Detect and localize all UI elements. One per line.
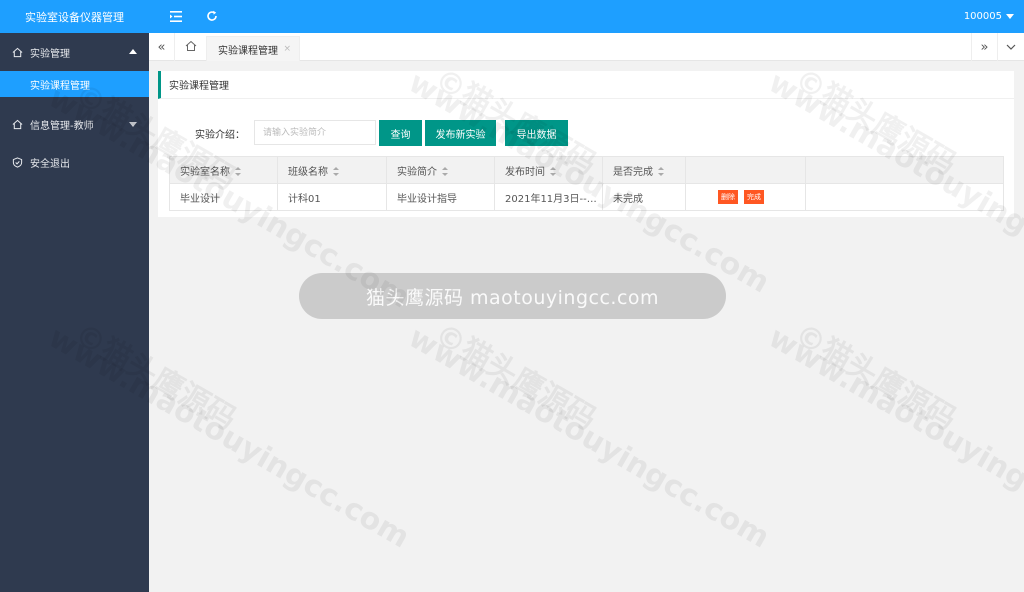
table-header-row: 实验室名称 班级名称 实验简介 发布时间 是否完成 — [169, 156, 1004, 184]
menu-group-logout: 安全退出 — [0, 143, 149, 181]
chevron-down-icon — [129, 122, 137, 127]
search-form: 实验介绍： 查询 发布新实验 导出数据 — [158, 120, 1014, 146]
home-icon — [185, 40, 197, 55]
cell-actions: 删除 完成 — [685, 183, 806, 211]
export-data-button[interactable]: 导出数据 — [505, 120, 568, 146]
col-spacer — [805, 156, 1004, 184]
menu-fold-icon[interactable] — [169, 9, 183, 23]
tabs-bar: « 实验课程管理 × » — [149, 33, 1024, 61]
cell-spacer — [805, 183, 1004, 211]
sort-icon[interactable] — [658, 167, 664, 176]
cell-time: 2021年11月3日--1... — [494, 183, 603, 211]
double-chevron-right-icon: » — [980, 39, 989, 55]
watermark-brand: ©猫头鹰源码 — [788, 316, 962, 438]
menu-group-experiment: 实验管理 实验课程管理 — [0, 33, 149, 97]
sort-icon[interactable] — [550, 167, 556, 176]
col-lab-name[interactable]: 实验室名称 — [169, 156, 278, 184]
cell-done: 未完成 — [602, 183, 686, 211]
watermark-site: www.maotouyingcc.com — [402, 320, 776, 556]
tabs-scroll-left[interactable]: « — [149, 33, 175, 61]
cell-intro: 毕业设计指导 — [386, 183, 495, 211]
menu-group-info: 信息管理-教师 — [0, 105, 149, 143]
home-icon — [12, 47, 23, 58]
menu-item-label: 实验课程管理 — [30, 80, 90, 92]
chevron-down-icon — [1006, 42, 1016, 53]
course-panel: 实验课程管理 实验介绍： 查询 发布新实验 导出数据 实验室名称 班级名称 实验… — [158, 71, 1014, 217]
menu-info-management-teacher[interactable]: 信息管理-教师 — [0, 105, 149, 143]
home-icon — [12, 119, 23, 130]
menu-experiment-management[interactable]: 实验管理 — [0, 33, 149, 71]
watermark-site: www.maotouyingcc.com — [762, 320, 1024, 556]
sidebar: 实验室设备仪器管理 实验管理 实验课程管理 信息管理-教师 安全退出 — [0, 0, 149, 592]
refresh-icon[interactable] — [205, 9, 219, 23]
app-brand: 实验室设备仪器管理 — [0, 0, 149, 33]
sort-icon[interactable] — [333, 167, 339, 176]
col-class-name[interactable]: 班级名称 — [277, 156, 387, 184]
menu-item-course-management[interactable]: 实验课程管理 — [0, 71, 149, 97]
panel-title: 实验课程管理 — [158, 71, 1014, 99]
delete-button[interactable]: 删除 — [718, 190, 738, 204]
tabs-scroll-right[interactable]: » — [971, 33, 997, 61]
tab-label: 实验课程管理 — [218, 45, 278, 57]
menu-logout[interactable]: 安全退出 — [0, 143, 149, 181]
cell-lab: 毕业设计 — [169, 183, 278, 211]
publish-experiment-button[interactable]: 发布新实验 — [425, 120, 496, 146]
menu-label: 信息管理-教师 — [30, 120, 94, 132]
query-button[interactable]: 查询 — [379, 120, 422, 146]
sort-icon[interactable] — [442, 167, 448, 176]
tabs-dropdown[interactable] — [997, 33, 1024, 61]
complete-button[interactable]: 完成 — [744, 190, 764, 204]
user-id: 100005 — [963, 11, 1002, 22]
chevron-up-icon — [129, 49, 137, 54]
watermark-toast: 猫头鹰源码 maotouyingcc.com — [299, 273, 726, 319]
sort-icon[interactable] — [235, 167, 241, 176]
search-input[interactable] — [254, 120, 376, 145]
col-actions — [685, 156, 806, 184]
tab-home[interactable] — [176, 33, 206, 61]
course-table: 实验室名称 班级名称 实验简介 发布时间 是否完成 毕业设计 计科01 毕业设计… — [169, 156, 1004, 211]
caret-down-icon — [1006, 14, 1014, 19]
col-publish-time[interactable]: 发布时间 — [494, 156, 603, 184]
tab-course-management[interactable]: 实验课程管理 × — [206, 36, 300, 61]
col-intro[interactable]: 实验简介 — [386, 156, 495, 184]
double-chevron-left-icon: « — [157, 39, 166, 55]
topbar: 100005 — [149, 0, 1024, 33]
user-menu[interactable]: 100005 — [964, 0, 1014, 33]
search-label: 实验介绍： — [195, 130, 245, 141]
shield-icon — [12, 156, 23, 168]
col-is-done[interactable]: 是否完成 — [602, 156, 686, 184]
table-row: 毕业设计 计科01 毕业设计指导 2021年11月3日--1... 未完成 删除… — [169, 183, 1004, 211]
menu-label: 实验管理 — [30, 48, 70, 60]
watermark-brand: ©猫头鹰源码 — [428, 316, 602, 438]
cell-class: 计科01 — [277, 183, 387, 211]
menu-label: 安全退出 — [30, 158, 70, 170]
close-icon[interactable]: × — [283, 44, 291, 54]
